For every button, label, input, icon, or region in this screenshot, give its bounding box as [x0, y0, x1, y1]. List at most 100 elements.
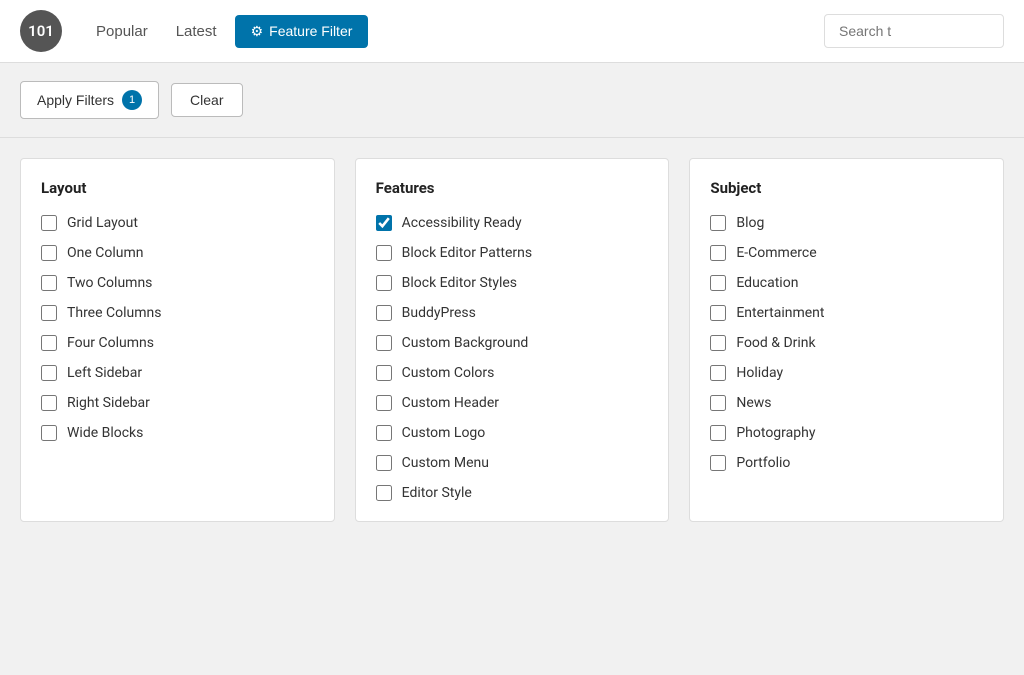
subject-label-6: News [736, 395, 771, 411]
subject-checkbox-1[interactable] [710, 245, 726, 261]
list-item[interactable]: Custom Logo [376, 425, 649, 441]
layout-checkbox-0[interactable] [41, 215, 57, 231]
features-items: Accessibility Ready Block Editor Patterns… [376, 215, 649, 501]
subject-checkbox-8[interactable] [710, 455, 726, 471]
list-item[interactable]: Accessibility Ready [376, 215, 649, 231]
features-checkbox-9[interactable] [376, 485, 392, 501]
list-item[interactable]: Blog [710, 215, 983, 231]
features-label-2: Block Editor Styles [402, 275, 517, 291]
layout-label-5: Left Sidebar [67, 365, 142, 381]
list-item[interactable]: Custom Background [376, 335, 649, 351]
latest-nav[interactable]: Latest [162, 0, 231, 63]
features-label-4: Custom Background [402, 335, 529, 351]
features-heading: Features [376, 179, 649, 197]
list-item[interactable]: Entertainment [710, 305, 983, 321]
list-item[interactable]: Portfolio [710, 455, 983, 471]
layout-label-7: Wide Blocks [67, 425, 143, 441]
subject-checkbox-3[interactable] [710, 305, 726, 321]
list-item[interactable]: Custom Menu [376, 455, 649, 471]
clear-label: Clear [190, 92, 223, 108]
layout-heading: Layout [41, 179, 314, 197]
count-label: 101 [28, 22, 54, 40]
layout-checkbox-7[interactable] [41, 425, 57, 441]
feature-filter-label: Feature Filter [269, 23, 352, 39]
layout-checkbox-2[interactable] [41, 275, 57, 291]
search-input[interactable] [824, 14, 1004, 48]
features-card: Features Accessibility Ready Block Editor… [355, 158, 670, 522]
clear-button[interactable]: Clear [171, 83, 242, 117]
features-checkbox-5[interactable] [376, 365, 392, 381]
list-item[interactable]: Wide Blocks [41, 425, 314, 441]
subject-checkbox-4[interactable] [710, 335, 726, 351]
features-checkbox-3[interactable] [376, 305, 392, 321]
features-label-6: Custom Header [402, 395, 499, 411]
list-item[interactable]: News [710, 395, 983, 411]
list-item[interactable]: Two Columns [41, 275, 314, 291]
list-item[interactable]: Photography [710, 425, 983, 441]
list-item[interactable]: Left Sidebar [41, 365, 314, 381]
layout-checkbox-5[interactable] [41, 365, 57, 381]
layout-label-2: Two Columns [67, 275, 152, 291]
subject-label-5: Holiday [736, 365, 783, 381]
subject-checkbox-5[interactable] [710, 365, 726, 381]
list-item[interactable]: Custom Header [376, 395, 649, 411]
list-item[interactable]: BuddyPress [376, 305, 649, 321]
subject-checkbox-2[interactable] [710, 275, 726, 291]
list-item[interactable]: Holiday [710, 365, 983, 381]
subject-card: Subject Blog E-Commerce Education Entertain… [689, 158, 1004, 522]
subject-checkbox-0[interactable] [710, 215, 726, 231]
features-label-9: Editor Style [402, 485, 472, 501]
list-item[interactable]: Editor Style [376, 485, 649, 501]
features-checkbox-6[interactable] [376, 395, 392, 411]
subject-label-2: Education [736, 275, 798, 291]
features-label-1: Block Editor Patterns [402, 245, 532, 261]
list-item[interactable]: Block Editor Styles [376, 275, 649, 291]
layout-checkbox-6[interactable] [41, 395, 57, 411]
main-content: Layout Grid Layout One Column Two Columns T… [0, 138, 1024, 542]
features-label-0: Accessibility Ready [402, 215, 522, 231]
subject-label-4: Food & Drink [736, 335, 815, 351]
layout-items: Grid Layout One Column Two Columns Three Co… [41, 215, 314, 441]
layout-label-6: Right Sidebar [67, 395, 150, 411]
feature-filter-button[interactable]: ⚙ Feature Filter [235, 15, 369, 48]
top-bar: 101 Popular Latest ⚙ Feature Filter [0, 0, 1024, 63]
apply-filters-button[interactable]: Apply Filters 1 [20, 81, 159, 119]
subject-heading: Subject [710, 179, 983, 197]
list-item[interactable]: Food & Drink [710, 335, 983, 351]
list-item[interactable]: Block Editor Patterns [376, 245, 649, 261]
layout-checkbox-3[interactable] [41, 305, 57, 321]
list-item[interactable]: Four Columns [41, 335, 314, 351]
list-item[interactable]: Grid Layout [41, 215, 314, 231]
subject-items: Blog E-Commerce Education Entertainment Food… [710, 215, 983, 471]
features-checkbox-7[interactable] [376, 425, 392, 441]
popular-nav[interactable]: Popular [82, 0, 162, 63]
layout-label-0: Grid Layout [67, 215, 138, 231]
list-item[interactable]: Right Sidebar [41, 395, 314, 411]
layout-checkbox-4[interactable] [41, 335, 57, 351]
apply-filters-label: Apply Filters [37, 92, 114, 108]
features-checkbox-1[interactable] [376, 245, 392, 261]
features-checkbox-0[interactable] [376, 215, 392, 231]
gear-icon: ⚙ [251, 23, 264, 40]
subject-label-0: Blog [736, 215, 764, 231]
popular-label: Popular [96, 23, 148, 40]
filter-count-badge: 1 [122, 90, 142, 110]
filter-bar: Apply Filters 1 Clear [0, 63, 1024, 138]
list-item[interactable]: One Column [41, 245, 314, 261]
list-item[interactable]: Education [710, 275, 983, 291]
list-item[interactable]: Three Columns [41, 305, 314, 321]
features-label-7: Custom Logo [402, 425, 486, 441]
features-checkbox-4[interactable] [376, 335, 392, 351]
subject-checkbox-6[interactable] [710, 395, 726, 411]
features-checkbox-8[interactable] [376, 455, 392, 471]
features-label-5: Custom Colors [402, 365, 495, 381]
subject-checkbox-7[interactable] [710, 425, 726, 441]
layout-card: Layout Grid Layout One Column Two Columns T… [20, 158, 335, 522]
layout-label-3: Three Columns [67, 305, 161, 321]
list-item[interactable]: E-Commerce [710, 245, 983, 261]
layout-label-1: One Column [67, 245, 144, 261]
layout-label-4: Four Columns [67, 335, 154, 351]
list-item[interactable]: Custom Colors [376, 365, 649, 381]
layout-checkbox-1[interactable] [41, 245, 57, 261]
features-checkbox-2[interactable] [376, 275, 392, 291]
